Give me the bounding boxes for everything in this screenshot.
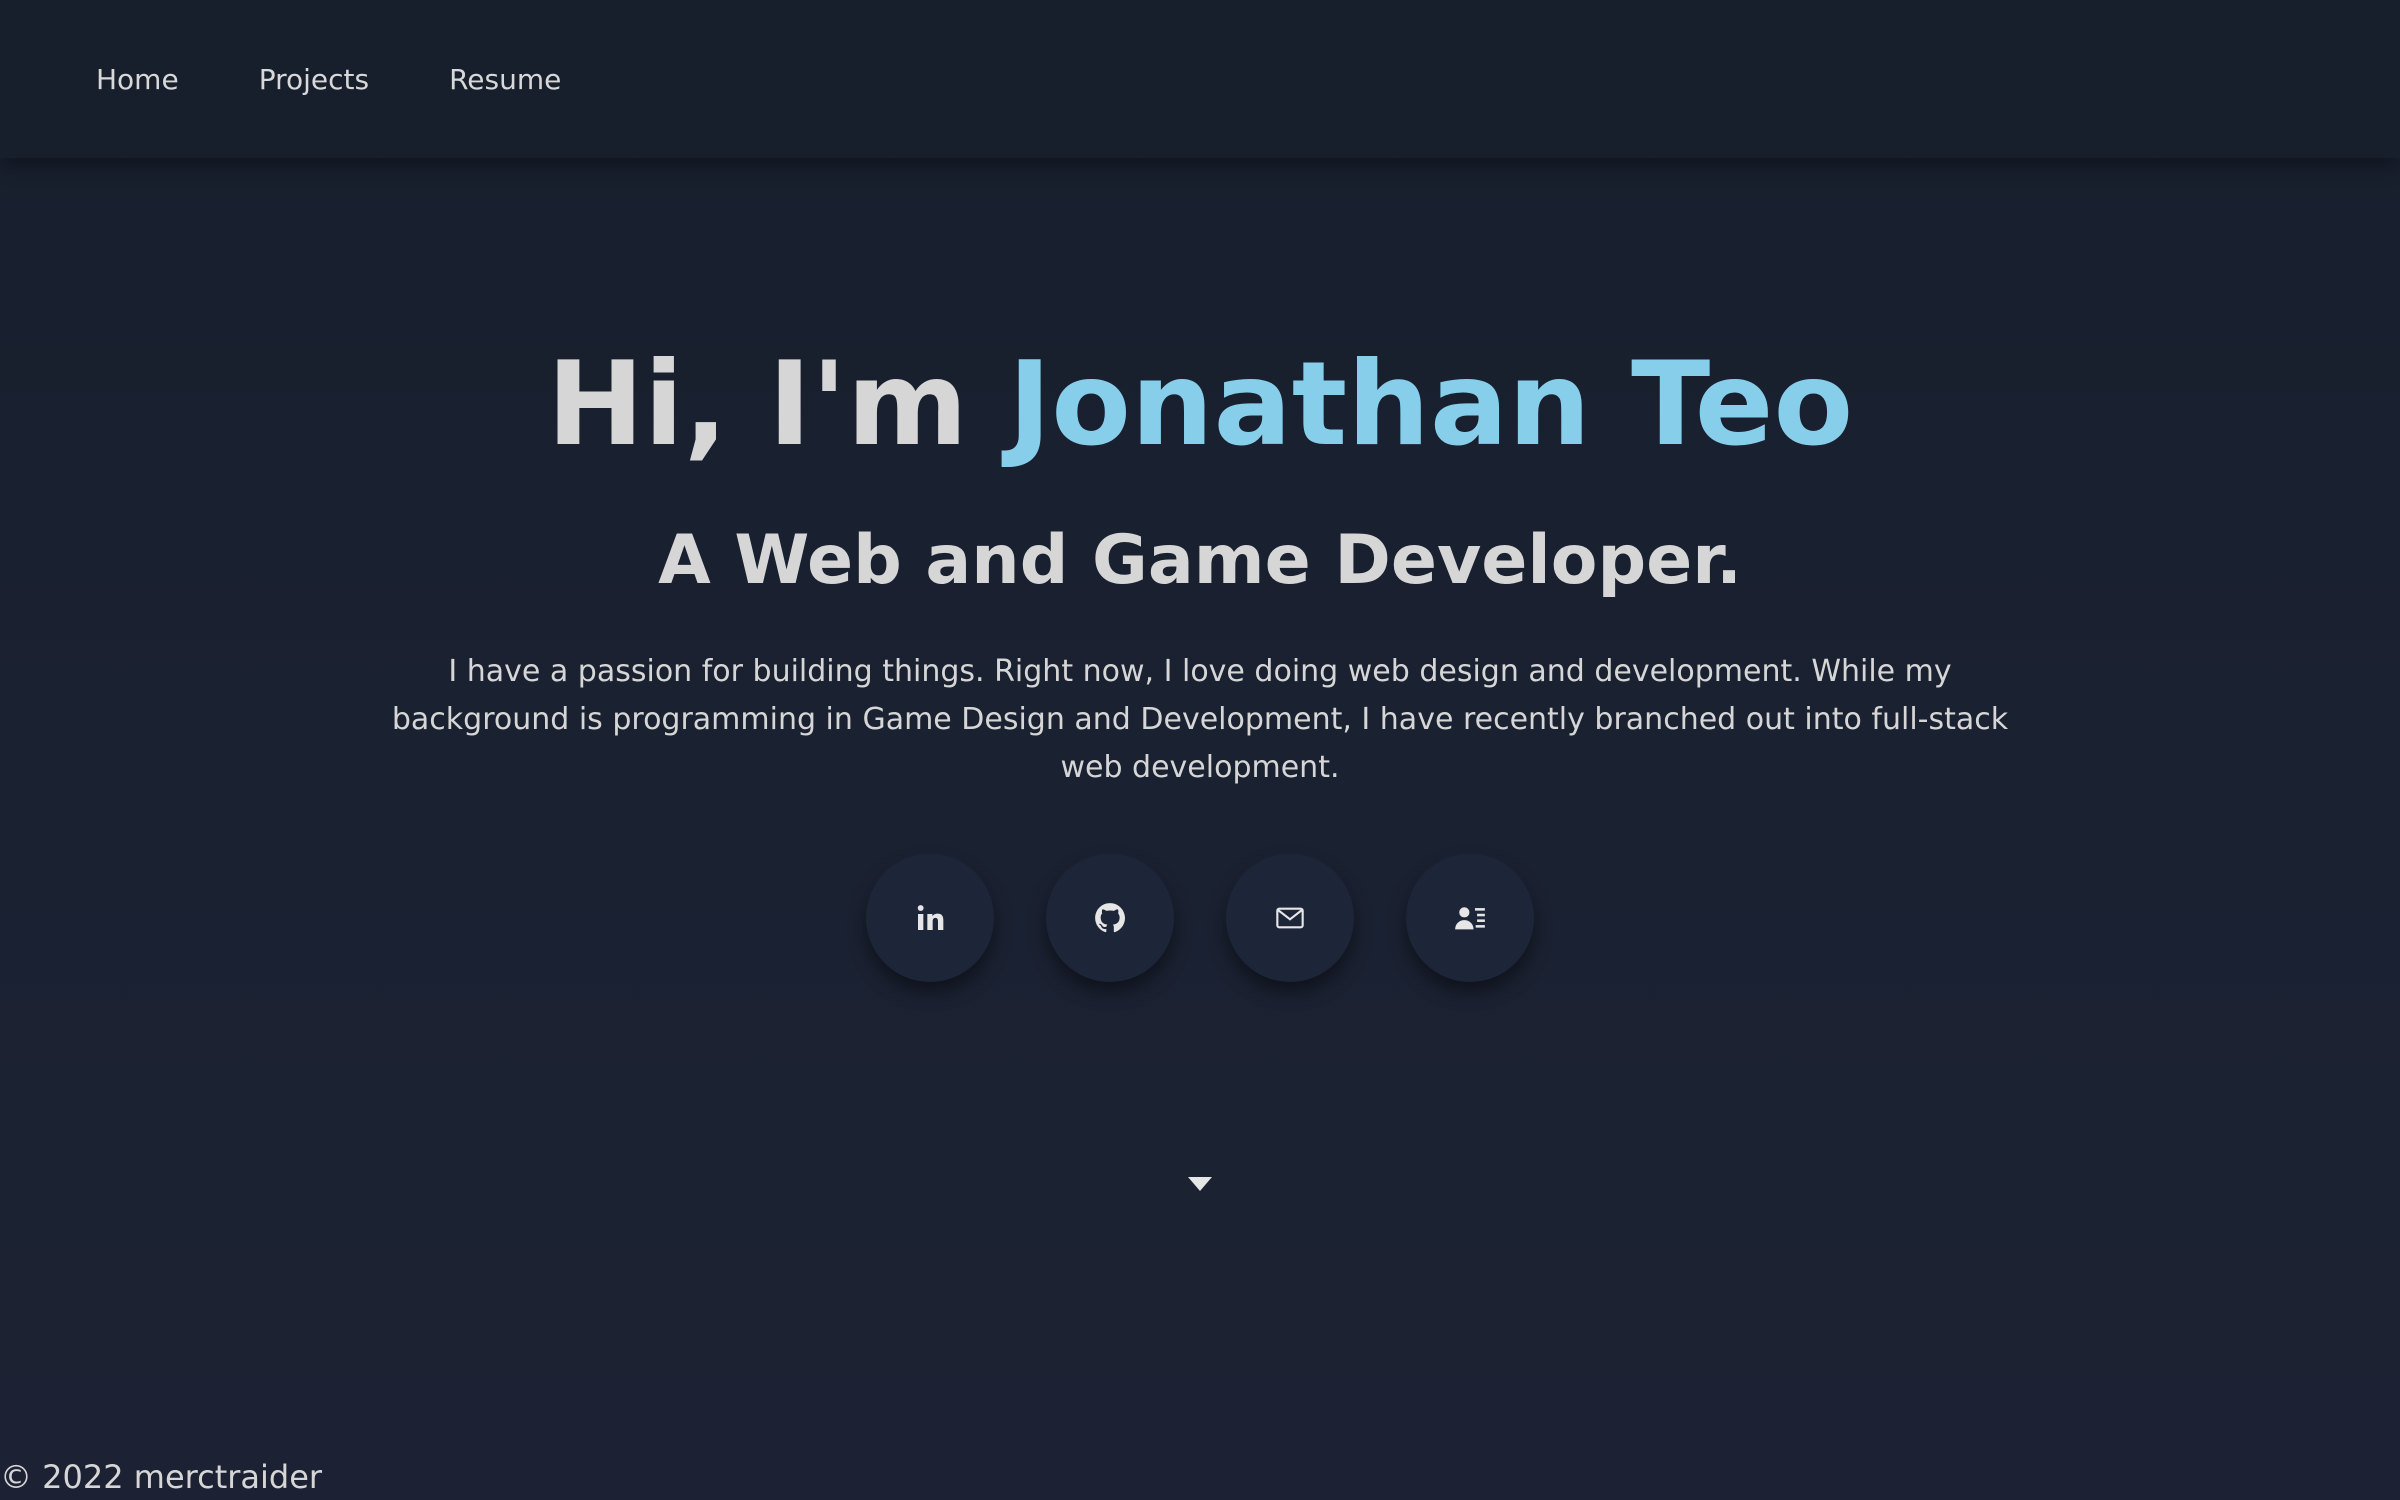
github-icon (1095, 903, 1126, 933)
social-links (866, 854, 1534, 982)
mail-icon (1276, 907, 1304, 929)
contact-card-icon (1455, 907, 1485, 930)
nav-link-home[interactable]: Home (96, 58, 179, 102)
nav-link-projects[interactable]: Projects (259, 58, 369, 102)
resume-contact-button[interactable] (1406, 854, 1534, 982)
linkedin-icon (917, 905, 944, 930)
scroll-down-button[interactable] (1188, 1176, 1212, 1192)
nav-links: Home Projects Resume (96, 58, 641, 102)
hero-name: Jonathan Teo (1008, 337, 1854, 472)
hero-subtitle: A Web and Game Developer. (658, 521, 1742, 600)
github-button[interactable] (1046, 854, 1174, 982)
top-navbar: Home Projects Resume (0, 0, 2400, 158)
footer-copyright: © 2022 merctraider (0, 1458, 323, 1496)
email-button[interactable] (1226, 854, 1354, 982)
hero-description: I have a passion for building things. Ri… (391, 654, 2009, 785)
linkedin-button[interactable] (866, 854, 994, 982)
hero-title: Hi, I'm Jonathan Teo (0, 320, 2400, 490)
caret-down-icon (1188, 1177, 1212, 1191)
hero-greeting: Hi, I'm (546, 337, 1009, 472)
nav-link-resume[interactable]: Resume (449, 58, 561, 102)
